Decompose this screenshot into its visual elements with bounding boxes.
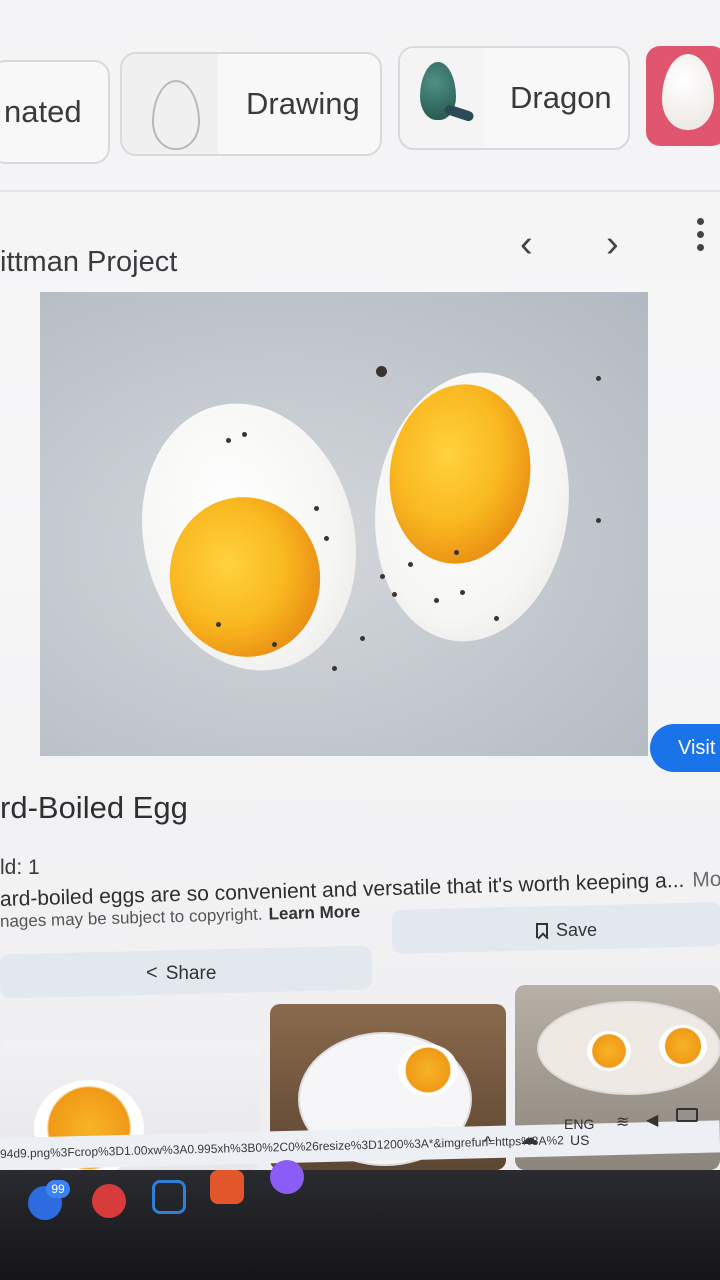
divider <box>0 190 720 192</box>
share-label: Share <box>165 962 217 984</box>
chip-thumbnail <box>400 48 484 148</box>
egg-half-image <box>587 1031 631 1071</box>
more-link[interactable]: More <box>692 867 720 891</box>
vscode-icon[interactable] <box>152 1180 186 1214</box>
volume-icon[interactable]: ◀ <box>646 1110 658 1130</box>
language-label: ENG <box>564 1116 595 1132</box>
notification-badge: 99 <box>46 1180 70 1198</box>
vivaldi-icon[interactable] <box>92 1184 126 1218</box>
egg-half-image <box>659 1025 707 1067</box>
share-icon: < <box>146 962 158 984</box>
egg-icon <box>662 54 714 130</box>
chip-thumbnail <box>122 54 218 154</box>
bookmark-icon <box>536 923 548 938</box>
chip-animated[interactable]: nated <box>0 60 110 164</box>
save-button[interactable]: Save <box>536 920 597 941</box>
language-indicator[interactable]: ENG US <box>564 1116 594 1148</box>
more-options-icon[interactable] <box>690 218 710 257</box>
xampp-icon[interactable] <box>210 1170 244 1204</box>
wifi-icon[interactable]: ≋ <box>616 1112 629 1132</box>
source-title[interactable]: ittman Project <box>0 246 177 279</box>
taskbar <box>0 1160 720 1280</box>
battery-icon[interactable] <box>676 1108 698 1122</box>
egg-half-image <box>398 1044 458 1096</box>
prev-icon[interactable]: ‹ <box>520 222 533 266</box>
result-title[interactable]: rd-Boiled Egg <box>0 790 188 826</box>
onedrive-icon[interactable]: ☁ <box>520 1128 538 1149</box>
yield-text: ld: 1 <box>0 856 40 879</box>
egg-drawing-icon <box>152 80 200 150</box>
learn-more-link[interactable]: Learn More <box>268 902 360 924</box>
region-label: US <box>570 1132 590 1148</box>
visit-button[interactable]: Visit <box>650 724 720 772</box>
share-button[interactable]: < Share <box>146 962 216 985</box>
chip-label: nated <box>4 94 82 129</box>
chip-pink-egg[interactable] <box>646 46 720 146</box>
chip-drawing[interactable]: Drawing <box>120 52 382 156</box>
chip-dragon[interactable]: Dragon <box>398 46 630 150</box>
browser-screen: nated Drawing Dragon ittman Project ‹ › <box>0 0 720 1170</box>
next-icon[interactable]: › <box>606 222 619 266</box>
result-image[interactable] <box>40 292 648 756</box>
dragon-tail-icon <box>443 103 475 123</box>
app-icon[interactable] <box>270 1160 304 1194</box>
chip-label: Drawing <box>246 86 360 121</box>
save-label: Save <box>556 920 598 940</box>
tray-chevron-icon[interactable]: ^ <box>484 1134 492 1152</box>
chip-label: Dragon <box>510 80 612 115</box>
